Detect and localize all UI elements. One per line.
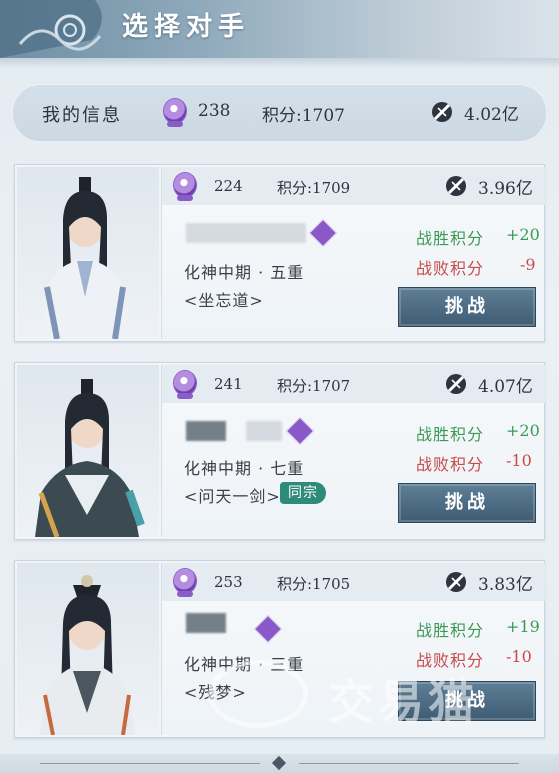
opponent-stats-row: 253 积分:1705 3.83亿: [162, 563, 545, 601]
header-bar: 选择对手: [0, 0, 559, 58]
opponent-rank: 224: [214, 177, 243, 195]
sect-badge-icon: [285, 416, 315, 446]
opponent-rank: 253: [214, 573, 243, 591]
same-sect-badge: 同宗: [280, 482, 326, 504]
opponent-power: 3.96亿: [478, 179, 533, 199]
sect-badge-icon: [253, 614, 283, 644]
rank-icon: [174, 371, 196, 399]
my-power: 4.02亿: [464, 105, 519, 125]
lose-points-label: 战败积分: [416, 455, 485, 474]
challenge-button[interactable]: 挑战: [398, 681, 536, 721]
challenge-button[interactable]: 挑战: [398, 483, 536, 523]
win-points-label: 战胜积分: [416, 229, 485, 248]
rank-icon: [174, 173, 196, 201]
opponent-card: 253 积分:1705 3.83亿 化神中期 · 三重 <残梦> 战胜积分 +1…: [14, 560, 545, 738]
sword-power-icon: [432, 102, 452, 122]
win-points-value: +20: [506, 225, 540, 244]
opponent-stats-row: 241 积分:1707 4.07亿: [162, 365, 545, 403]
opponent-rank: 241: [214, 375, 243, 393]
player-name-redacted: [186, 223, 306, 243]
my-info-label: 我的信息: [42, 105, 122, 126]
cultivation-realm: 化神中期 · 五重: [184, 263, 305, 282]
win-points-label: 战胜积分: [416, 425, 485, 444]
opponent-score: 积分:1705: [277, 575, 351, 593]
page-title: 选择对手: [122, 12, 251, 42]
sect-name: <坐忘道>: [184, 291, 264, 310]
opponent-score: 积分:1709: [277, 179, 351, 197]
opponent-score: 积分:1707: [277, 377, 351, 395]
player-name-redacted: [186, 421, 226, 441]
win-points-value: +19: [506, 617, 540, 636]
sword-power-icon: [446, 572, 466, 592]
rank-icon: [174, 569, 196, 597]
divider-line: [40, 763, 260, 764]
sect-name: <问天一剑>: [184, 487, 281, 506]
bottom-divider: [0, 754, 559, 773]
opponent-card: 224 积分:1709 3.96亿 化神中期 · 五重 <坐忘道> 战胜积分 +…: [14, 164, 545, 342]
opponent-power: 4.07亿: [478, 377, 533, 397]
win-points-label: 战胜积分: [416, 621, 485, 640]
character-portrait: [17, 365, 159, 537]
opponent-card: 241 积分:1707 4.07亿 化神中期 · 七重 <问天一剑> 同宗 战胜…: [14, 362, 545, 540]
opponent-info-panel: 253 积分:1705 3.83亿 化神中期 · 三重 <残梦> 战胜积分 +1…: [161, 563, 545, 735]
cultivation-realm: 化神中期 · 三重: [184, 655, 305, 674]
lose-points-value: -10: [506, 647, 532, 666]
lose-points-value: -10: [506, 451, 532, 470]
divider-line: [299, 763, 519, 764]
opponent-stats-row: 224 积分:1709 3.96亿: [162, 167, 545, 205]
diamond-ornament-icon: [271, 755, 287, 771]
opponent-power: 3.83亿: [478, 575, 533, 595]
sword-power-icon: [446, 176, 466, 196]
rank-icon: [164, 99, 186, 127]
my-rank: 238: [198, 101, 231, 121]
opponent-info-panel: 241 积分:1707 4.07亿 化神中期 · 七重 <问天一剑> 同宗 战胜…: [161, 365, 545, 537]
cultivation-realm: 化神中期 · 七重: [184, 459, 305, 478]
player-name-redacted: [186, 613, 226, 633]
sword-power-icon: [446, 374, 466, 394]
header-divider: [0, 58, 559, 68]
lose-points-label: 战败积分: [416, 259, 485, 278]
my-info-bar: 我的信息 238 积分:1707 4.02亿: [12, 84, 547, 142]
win-points-value: +20: [506, 421, 540, 440]
player-name-redacted: [246, 421, 282, 441]
sect-badge-icon: [308, 218, 338, 248]
character-portrait: [17, 563, 159, 735]
challenge-button[interactable]: 挑战: [398, 287, 536, 327]
sect-name: <残梦>: [184, 683, 247, 702]
character-portrait: [17, 167, 159, 339]
my-score: 积分:1707: [262, 106, 345, 126]
opponent-info-panel: 224 积分:1709 3.96亿 化神中期 · 五重 <坐忘道> 战胜积分 +…: [161, 167, 545, 339]
lose-points-value: -9: [520, 255, 536, 274]
lose-points-label: 战败积分: [416, 651, 485, 670]
